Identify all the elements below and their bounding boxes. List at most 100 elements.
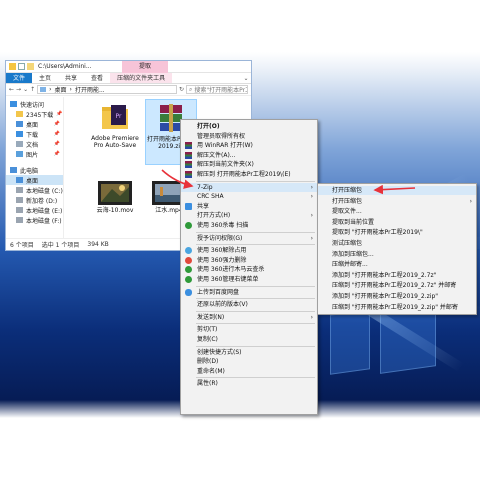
context-menu-item[interactable]: 解压到 打开雨能本Pr工程2019\(E) bbox=[181, 170, 317, 179]
winrar-icon bbox=[185, 151, 192, 159]
tab-home[interactable]: 主页 bbox=[32, 73, 58, 83]
cloud-upload-icon bbox=[185, 288, 192, 296]
nav-item-label: 2345下载 bbox=[26, 111, 54, 119]
chevron-right-icon: › bbox=[469, 197, 472, 205]
context-menu-item[interactable]: 使用 360杀毒 扫描 bbox=[181, 221, 317, 230]
refresh-icon[interactable]: ↻ bbox=[179, 86, 184, 93]
nav-item[interactable]: 图片 📌 bbox=[6, 149, 63, 159]
tab-file[interactable]: 文件 bbox=[6, 73, 33, 83]
context-menu-item[interactable]: 使用 360解除占用 bbox=[181, 246, 317, 255]
submenu-item[interactable]: 压缩到 "打开雨能本Pr工程2019_2.zip" 并邮寄 bbox=[318, 303, 476, 312]
nav-item[interactable]: 此电脑 bbox=[6, 165, 63, 175]
context-menu-item[interactable]: 删除(D) bbox=[181, 357, 317, 366]
context-menu-label: 上传到百度网盘 bbox=[197, 288, 240, 296]
tab-view[interactable]: 查看 bbox=[84, 73, 110, 83]
context-menu-item[interactable]: 使用 360进行木马云查杀 bbox=[181, 265, 317, 274]
nav-item-label: 新加卷 (D:) bbox=[26, 197, 58, 205]
breadcrumb-desktop[interactable]: 桌面 bbox=[55, 86, 67, 93]
context-menu-item[interactable]: 7-Zip › bbox=[181, 182, 317, 192]
submenu-item[interactable]: 添加到压缩包... bbox=[318, 250, 476, 259]
context-menu-item[interactable]: 解压到当前文件夹(X) bbox=[181, 160, 317, 169]
context-menu-item[interactable]: 共享 bbox=[181, 202, 317, 211]
extract-context-tab[interactable]: 提取 bbox=[122, 60, 168, 73]
nav-item[interactable]: 本地磁盘 (C:) bbox=[6, 185, 63, 195]
nav-item[interactable]: 本地磁盘 (F:) bbox=[6, 215, 63, 225]
back-arrow-icon[interactable]: ← bbox=[9, 86, 14, 93]
pin-icon: 📌 bbox=[53, 121, 60, 127]
context-menu-label: 重命名(M) bbox=[197, 367, 225, 375]
context-menu-item[interactable]: 使用 360管理右键菜单 bbox=[181, 275, 317, 284]
chevron-down-icon[interactable]: ⌄ bbox=[241, 73, 251, 83]
context-menu-label: 使用 360管理右键菜单 bbox=[197, 276, 259, 283]
submenu-item[interactable]: 压缩到 "打开雨能本Pr工程2019_2.7z" 并邮寄 bbox=[318, 281, 476, 290]
context-menu-label: 打开(O) bbox=[197, 123, 220, 130]
context-menu-item[interactable]: 剪切(T) bbox=[181, 325, 317, 334]
submenu-item[interactable]: 提取到当前位置 bbox=[318, 218, 476, 227]
submenu-label: 测试压缩包 bbox=[332, 240, 363, 247]
address-input[interactable]: › 桌面 › 打开雨能... bbox=[37, 85, 177, 94]
context-menu-item[interactable]: 重命名(M) bbox=[181, 367, 317, 376]
context-menu-item[interactable]: 打开(O) bbox=[181, 122, 317, 131]
submenu-item[interactable]: 添加到 "打开雨能本Pr工程2019_2.zip" bbox=[318, 292, 476, 301]
submenu-item[interactable]: 测试压缩包 bbox=[318, 239, 476, 248]
search-placeholder: 搜索"打开雨能本Pr工程" bbox=[194, 87, 247, 94]
tab-compressed-folder-tools[interactable]: 压缩的文件夹工具 bbox=[110, 73, 173, 83]
breadcrumb-separator: › bbox=[69, 86, 72, 93]
tab-share[interactable]: 共享 bbox=[58, 73, 84, 83]
context-menu-label: CRC SHA bbox=[197, 193, 224, 201]
context-menu-item[interactable]: 用 WinRAR 打开(W) bbox=[181, 141, 317, 150]
context-menu-item[interactable]: 发送到(N) › bbox=[181, 313, 317, 322]
video-thumbnail-icon bbox=[98, 181, 132, 205]
submenu-item[interactable]: 打开压缩包 bbox=[318, 186, 476, 195]
desktop-icon bbox=[16, 177, 23, 183]
breadcrumb-folder[interactable]: 打开雨能... bbox=[75, 86, 105, 93]
search-input[interactable]: ⌕ 搜索"打开雨能本Pr工程" bbox=[186, 85, 248, 94]
menu-separator bbox=[196, 377, 315, 379]
context-menu-item[interactable]: 还原以前的版本(V) bbox=[181, 300, 317, 309]
context-menu-item[interactable]: 创建快捷方式(S) bbox=[181, 348, 317, 357]
context-menu-item[interactable]: 解压文件(A)... bbox=[181, 151, 317, 160]
context-menu-item[interactable]: 使用 360强力删除 bbox=[181, 256, 317, 265]
up-arrow-icon[interactable]: ↑ bbox=[30, 86, 35, 93]
submenu-item[interactable]: 压缩并邮寄... bbox=[318, 260, 476, 269]
ribbon-menu-bar: 文件 主页 共享 查看 压缩的文件夹工具 ⌄ bbox=[6, 73, 251, 84]
context-menu-item[interactable]: 复制(C) bbox=[181, 335, 317, 344]
context-menu-item[interactable]: 管理员取得所有权 bbox=[181, 132, 317, 141]
chevron-right-icon: › bbox=[310, 313, 313, 321]
nav-item[interactable]: 文档 📌 bbox=[6, 139, 63, 149]
nav-item[interactable]: 桌面 bbox=[6, 175, 63, 185]
submenu-item[interactable]: 提取文件... bbox=[318, 207, 476, 216]
chevron-down-icon[interactable]: ⌄ bbox=[23, 86, 28, 93]
file-item-premiere-folder[interactable]: Pr Adobe Premiere Pro Auto-Save bbox=[89, 103, 141, 163]
nav-item[interactable]: 下载 📌 bbox=[6, 129, 63, 139]
submenu-item[interactable]: 添加到 "打开雨能本Pr工程2019_2.7z" bbox=[318, 271, 476, 280]
context-menu-item[interactable]: 授予访问权限(G) › bbox=[181, 234, 317, 243]
submenu-item[interactable]: 提取到 "打开雨能本Pr工程2019\" bbox=[318, 228, 476, 237]
context-menu-item[interactable]: 属性(R) bbox=[181, 379, 317, 388]
context-menu-label: 解压到 打开雨能本Pr工程2019\(E) bbox=[197, 171, 291, 178]
context-menu-item[interactable]: 上传到百度网盘 bbox=[181, 288, 317, 297]
nav-item[interactable]: 新加卷 (D:) bbox=[6, 195, 63, 205]
submenu-item[interactable]: 打开压缩包 › bbox=[318, 197, 476, 206]
context-menu: 打开(O) 管理员取得所有权用 WinRAR 打开(W) 解压文件(A)... 解压到… bbox=[180, 119, 318, 415]
forward-arrow-icon[interactable]: → bbox=[16, 86, 21, 93]
file-name: Adobe Premiere Pro Auto-Save bbox=[91, 135, 139, 149]
menu-separator bbox=[196, 285, 315, 287]
save-icon[interactable] bbox=[18, 63, 25, 70]
submenu-label: 提取到当前位置 bbox=[332, 218, 375, 226]
context-menu-label: 发送到(N) bbox=[197, 313, 225, 321]
nav-item[interactable]: 2345下载 📌 bbox=[6, 109, 63, 119]
nav-item[interactable]: 快速访问 bbox=[6, 99, 63, 109]
submenu-label: 打开压缩包 bbox=[332, 187, 363, 194]
context-menu-item[interactable]: CRC SHA › bbox=[181, 192, 317, 201]
nav-item[interactable]: 本地磁盘 (E:) bbox=[6, 205, 63, 215]
selection-size: 394 KB bbox=[87, 241, 109, 248]
context-menu-item[interactable]: 打开方式(H) › bbox=[181, 211, 317, 220]
nav-item-label: 本地磁盘 (F:) bbox=[26, 217, 62, 225]
unlock-360-icon bbox=[185, 247, 192, 255]
new-folder-icon[interactable] bbox=[27, 63, 34, 70]
nav-item[interactable]: 桌面 📌 bbox=[6, 119, 63, 129]
star-icon bbox=[10, 101, 17, 107]
context-menu-label: 打开方式(H) bbox=[197, 212, 231, 220]
file-item-video-mov[interactable]: 云海-10.mov bbox=[89, 181, 141, 221]
